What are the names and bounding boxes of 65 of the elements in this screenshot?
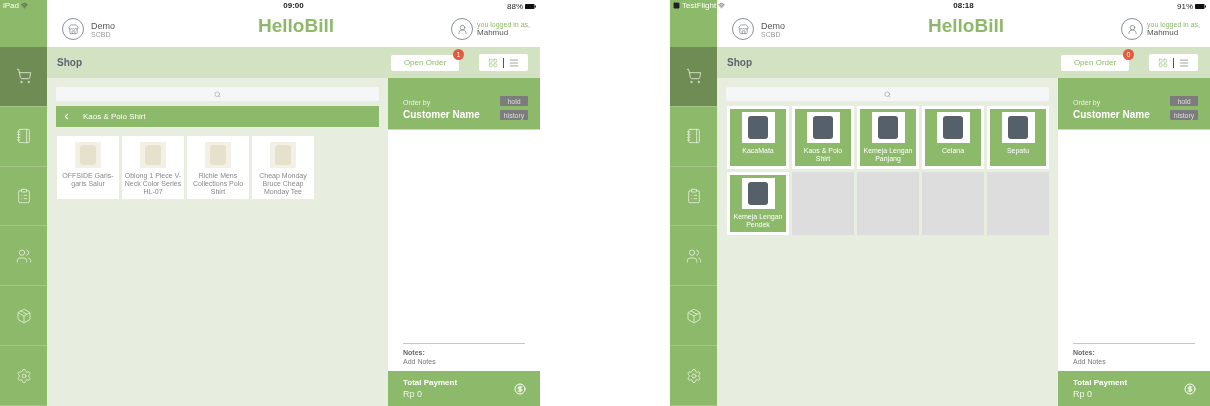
- people-icon: [685, 247, 702, 264]
- search-icon: [214, 90, 221, 98]
- store-name: Demo: [91, 20, 115, 31]
- package-icon: [685, 307, 702, 324]
- store-name: Demo: [761, 20, 785, 31]
- customer-name[interactable]: Customer Name: [403, 109, 500, 120]
- photo-placeholder: [1001, 112, 1035, 143]
- package-icon: [15, 307, 32, 324]
- chevron-left-icon: [62, 112, 71, 121]
- battery-icon: [525, 4, 536, 9]
- list-view-icon: [1179, 57, 1189, 68]
- photo-placeholder: [741, 178, 775, 209]
- total-amount: Rp 0: [403, 389, 423, 399]
- notebook-icon: [15, 128, 32, 145]
- photo-placeholder: [871, 112, 905, 143]
- sidebar-item[interactable]: [0, 47, 47, 107]
- back-app-icon: [673, 2, 680, 9]
- photo-placeholder: [140, 142, 166, 168]
- user-icon: [456, 23, 468, 35]
- brand-logo: HelloBill: [258, 15, 334, 37]
- battery-percent: 88%: [507, 2, 523, 11]
- battery-icon: [1195, 4, 1206, 9]
- photo-placeholder: [806, 112, 840, 143]
- grid-view-icon: [488, 57, 498, 68]
- carrier-label: iPad: [3, 2, 19, 10]
- cart-icon: [15, 68, 32, 85]
- total-amount: Rp 0: [1073, 389, 1093, 399]
- status-time: 09:00: [283, 0, 304, 11]
- search-icon: [884, 90, 891, 98]
- battery-percent: 91%: [1177, 2, 1193, 11]
- page-title: Shop: [57, 57, 83, 68]
- back-category-button[interactable]: Kaos & Polo Shirt: [56, 106, 379, 127]
- photo-placeholder: [741, 112, 775, 143]
- wifi-icon: [21, 2, 28, 9]
- clipboard-icon: [15, 188, 32, 205]
- settings-icon: [685, 367, 702, 384]
- total-label: Total Payment: [1073, 378, 1129, 387]
- search-field[interactable]: [726, 87, 1049, 101]
- settings-icon: [15, 367, 32, 384]
- photo-placeholder: [75, 142, 101, 168]
- pay-icon[interactable]: [1184, 382, 1196, 395]
- status-time: 08:18: [953, 0, 974, 11]
- search-field[interactable]: [56, 87, 379, 101]
- store-icon: [67, 23, 79, 35]
- store-icon: [737, 23, 749, 35]
- photo-placeholder: [270, 142, 296, 168]
- grid-view-icon: [1158, 57, 1168, 68]
- user-name: Mahmud: [1147, 28, 1179, 37]
- clipboard-icon: [685, 188, 702, 205]
- wifi-icon: [718, 2, 726, 9]
- customer-name[interactable]: Customer Name: [1073, 109, 1170, 120]
- user-icon: [1126, 23, 1138, 35]
- carrier-label: TestFlight: [682, 2, 717, 10]
- photo-placeholder: [205, 142, 231, 168]
- sidebar-item[interactable]: [670, 47, 717, 107]
- list-view-icon: [509, 57, 519, 68]
- page-title: Shop: [727, 57, 753, 68]
- total-label: Total Payment: [403, 378, 459, 387]
- photo-placeholder: [936, 112, 970, 143]
- people-icon: [15, 247, 32, 264]
- cart-icon: [685, 68, 702, 85]
- user-name: Mahmud: [477, 28, 509, 37]
- pay-icon[interactable]: [514, 382, 526, 395]
- brand-logo: HelloBill: [928, 15, 1004, 37]
- notebook-icon: [685, 128, 702, 145]
